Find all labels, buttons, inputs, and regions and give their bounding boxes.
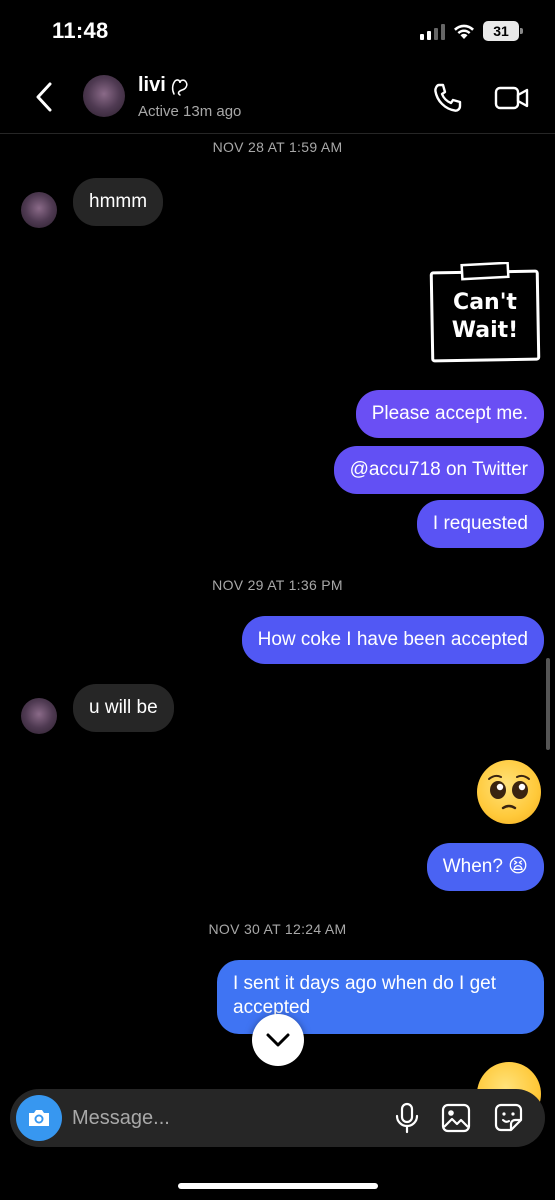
message-composer: [10, 1089, 545, 1147]
camera-button[interactable]: [16, 1095, 62, 1141]
sent-message[interactable]: @accu718 on Twitter: [333, 446, 544, 494]
scrollbar[interactable]: [546, 658, 550, 750]
date-separator: NOV 30 AT 12:24 AM: [208, 921, 347, 937]
pleading-face-icon: [488, 774, 530, 810]
sticker-text-1: Can't: [453, 290, 517, 315]
contact-avatar[interactable]: [83, 75, 125, 117]
date-separator: NOV 28 AT 1:59 AM: [212, 139, 343, 155]
pleading-face-emoji[interactable]: [477, 760, 541, 824]
sent-message[interactable]: When? 😫: [426, 843, 544, 891]
camera-icon: [29, 1110, 49, 1126]
cant-wait-sticker[interactable]: Can't Wait!: [426, 262, 544, 366]
sticker-text-2: Wait!: [452, 318, 518, 343]
chevron-down-icon: [266, 1033, 290, 1047]
status-bar: 11:48 31: [0, 0, 555, 62]
active-status: Active 13m ago: [138, 103, 242, 120]
date-separator: NOV 29 AT 1:36 PM: [212, 577, 343, 593]
sent-message[interactable]: I requested: [416, 500, 544, 548]
home-indicator[interactable]: [178, 1183, 378, 1189]
sender-avatar[interactable]: [21, 192, 57, 228]
scroll-to-bottom-button[interactable]: [252, 1014, 304, 1066]
sent-message[interactable]: How coke I have been accepted: [241, 616, 544, 664]
sender-avatar[interactable]: [21, 698, 57, 734]
message-input[interactable]: [72, 1103, 372, 1133]
battery-indicator: 31: [483, 21, 523, 41]
back-icon[interactable]: [30, 80, 58, 114]
received-message[interactable]: hmmm: [73, 178, 164, 226]
wifi-icon: [454, 24, 474, 39]
sticker-icon[interactable]: [493, 1102, 525, 1134]
gallery-icon[interactable]: [440, 1102, 472, 1134]
cellular-signal-icon: [420, 24, 445, 40]
chat-header: livi Active 13m ago: [0, 62, 555, 134]
microphone-icon[interactable]: [394, 1102, 420, 1134]
clock: 11:48: [52, 18, 109, 43]
phone-icon[interactable]: [432, 82, 464, 114]
contact-name[interactable]: livi: [138, 74, 166, 97]
received-message[interactable]: u will be: [73, 684, 174, 732]
heart-icon: [171, 79, 188, 96]
video-camera-icon[interactable]: [494, 82, 530, 114]
sent-message[interactable]: Please accept me.: [355, 390, 544, 438]
